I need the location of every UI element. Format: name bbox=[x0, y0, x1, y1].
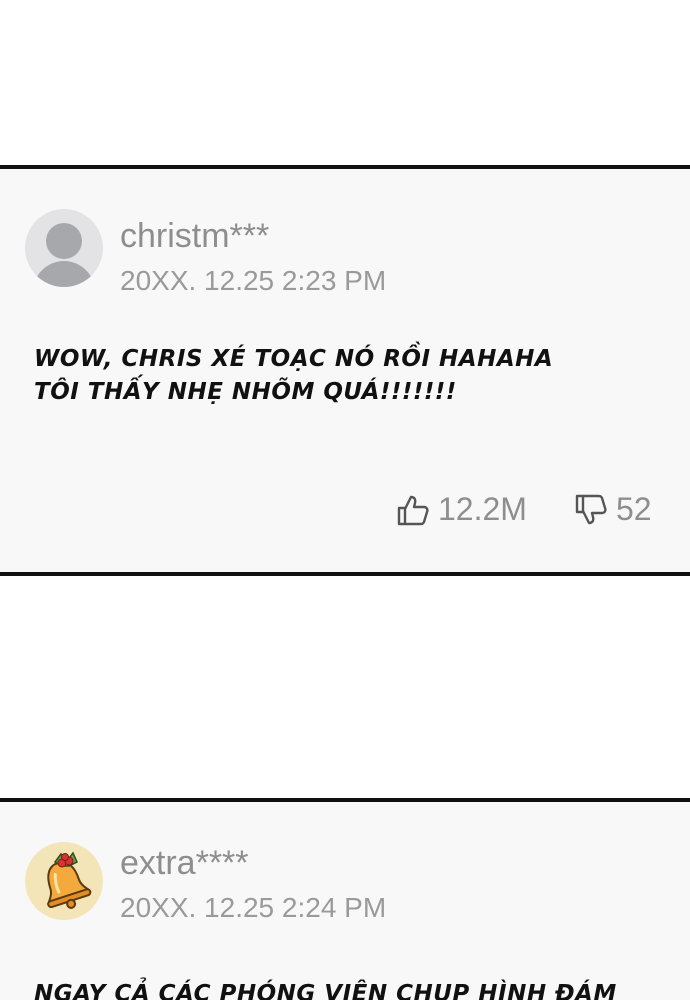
comment-text: NGAY CẢ CÁC PHÓNG VIÊN CHỤP HÌNH ĐÁM bbox=[34, 981, 617, 1000]
timestamp: 20XX. 12.25 2:24 PM bbox=[120, 892, 387, 923]
christmas-bell-icon[interactable] bbox=[25, 842, 103, 920]
dislike-count: 52 bbox=[616, 491, 652, 527]
comment-card: extra**** 20XX. 12.25 2:24 PM NGAY CẢ CÁ… bbox=[0, 798, 690, 1000]
comics-page: christm*** 20XX. 12.25 2:23 PM WOW, CHRI… bbox=[0, 0, 690, 1000]
thumbs-down-icon bbox=[575, 494, 607, 524]
username[interactable]: extra**** bbox=[120, 844, 249, 883]
avatar-head bbox=[46, 223, 82, 259]
like-button[interactable]: 12.2M bbox=[396, 491, 527, 528]
thumbs-up-icon bbox=[397, 495, 429, 525]
like-count: 12.2M bbox=[438, 491, 527, 527]
bell-graphic bbox=[47, 851, 92, 909]
default-user-icon[interactable] bbox=[25, 209, 103, 287]
timestamp: 20XX. 12.25 2:23 PM bbox=[120, 265, 387, 296]
avatar-body bbox=[33, 261, 95, 287]
comment-text: WOW, CHRIS XÉ TOẠC NÓ RỒI HAHAHA TÔI THẤ… bbox=[34, 346, 554, 405]
username[interactable]: christm*** bbox=[120, 217, 269, 256]
comment-card: christm*** 20XX. 12.25 2:23 PM WOW, CHRI… bbox=[0, 165, 690, 576]
dislike-button[interactable]: 52 bbox=[574, 491, 652, 528]
